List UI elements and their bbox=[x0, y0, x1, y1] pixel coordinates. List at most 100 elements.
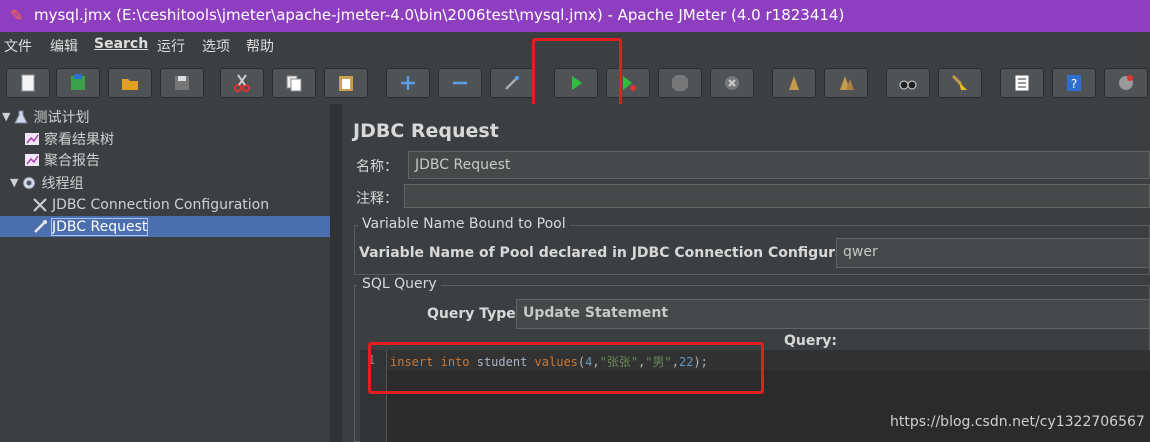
code-token: into bbox=[440, 355, 470, 369]
pool-group-title: Variable Name Bound to Pool bbox=[358, 216, 570, 232]
copy-button[interactable] bbox=[272, 68, 316, 98]
split-pane-divider[interactable] bbox=[330, 104, 342, 442]
tree-label: 聚合报告 bbox=[44, 152, 100, 169]
menu-options[interactable]: 选项 bbox=[202, 36, 230, 56]
function-helper-button[interactable] bbox=[1000, 68, 1044, 98]
binoculars-icon bbox=[899, 80, 917, 90]
clear-button[interactable] bbox=[772, 68, 816, 98]
menu-edit[interactable]: 编辑 bbox=[50, 36, 78, 56]
tree-label: JDBC Connection Configuration bbox=[52, 196, 270, 213]
expand-arrow-icon[interactable]: ▼ bbox=[10, 176, 18, 189]
query-type-select[interactable]: Update Statement bbox=[516, 299, 1150, 329]
menu-search[interactable]: Search bbox=[94, 36, 148, 52]
tree-node-aggregate-report[interactable]: 聚合报告 bbox=[24, 149, 100, 170]
save-icon bbox=[175, 76, 189, 90]
play-no-timers-icon bbox=[623, 76, 636, 91]
listener-graph-icon bbox=[25, 132, 39, 145]
line-number: 1 bbox=[368, 353, 376, 367]
code-token: "男" bbox=[645, 355, 672, 369]
code-token: , bbox=[592, 355, 600, 369]
search-button[interactable] bbox=[886, 68, 930, 98]
remote-button[interactable] bbox=[1104, 68, 1148, 98]
panel-title: JDBC Request bbox=[353, 120, 499, 142]
code-token: student bbox=[476, 355, 528, 369]
open-folder-icon bbox=[122, 79, 138, 90]
name-field[interactable]: JDBC Request bbox=[408, 151, 1150, 179]
tree-node-jdbc-request[interactable]: JDBC Request bbox=[0, 216, 330, 237]
expand-arrow-icon[interactable]: ▼ bbox=[2, 110, 10, 123]
start-button[interactable] bbox=[554, 68, 598, 98]
svg-text:?: ? bbox=[1071, 77, 1077, 91]
copy-icon bbox=[286, 75, 302, 92]
stop-button[interactable] bbox=[658, 68, 702, 98]
cut-button[interactable] bbox=[220, 68, 264, 98]
code-token: insert bbox=[390, 355, 434, 369]
broom-icon bbox=[951, 74, 967, 90]
new-button[interactable] bbox=[6, 68, 50, 98]
clear-all-button[interactable] bbox=[824, 68, 868, 98]
toolbar: ? bbox=[0, 62, 1150, 104]
sql-code-line[interactable]: insert into student values(4,"张张","男",22… bbox=[390, 353, 708, 370]
code-token: values bbox=[534, 355, 578, 369]
collapse-all-button[interactable] bbox=[438, 68, 482, 98]
code-token: , bbox=[671, 355, 679, 369]
minus-icon bbox=[453, 81, 467, 85]
comment-label: 注释： bbox=[356, 191, 398, 207]
sql-query-group-title: SQL Query bbox=[358, 276, 441, 292]
remote-icon bbox=[1119, 75, 1133, 90]
new-file-icon bbox=[21, 74, 35, 92]
wrench-screwdriver-icon bbox=[33, 197, 47, 212]
menu-bar: 文件 编辑 Search 运行 选项 帮助 bbox=[0, 32, 1150, 58]
tree-node-thread-group[interactable]: ▼ 线程组 bbox=[10, 172, 83, 193]
name-label: 名称： bbox=[356, 159, 398, 175]
paste-icon bbox=[339, 76, 353, 91]
reset-search-button[interactable] bbox=[938, 68, 982, 98]
query-label: Query: bbox=[784, 333, 837, 349]
save-button[interactable] bbox=[160, 68, 204, 98]
open-button[interactable] bbox=[108, 68, 152, 98]
shutdown-button[interactable] bbox=[710, 68, 754, 98]
expand-all-button[interactable] bbox=[386, 68, 430, 98]
plus-icon bbox=[401, 76, 415, 90]
toggle-button[interactable] bbox=[490, 68, 534, 98]
wand-icon bbox=[505, 76, 519, 90]
jmeter-feather-icon: ✎ bbox=[10, 6, 24, 25]
templates-button[interactable] bbox=[56, 68, 100, 98]
play-icon bbox=[572, 76, 582, 90]
tree-label: 测试计划 bbox=[33, 109, 90, 126]
tree-node-test-plan[interactable]: ▼ 测试计划 bbox=[2, 106, 89, 127]
stop-icon bbox=[672, 75, 688, 91]
tree-node-jdbc-connection-config[interactable]: JDBC Connection Configuration bbox=[32, 194, 269, 215]
watermark: https://blog.csdn.net/cy1322706567 bbox=[890, 414, 1145, 430]
code-token: 22 bbox=[678, 355, 694, 369]
templates-icon bbox=[71, 74, 85, 90]
window-title: mysql.jmx (E:\ceshitools\jmeter\apache-j… bbox=[34, 6, 845, 24]
start-no-pauses-button[interactable] bbox=[606, 68, 650, 98]
paste-button[interactable] bbox=[324, 68, 368, 98]
tree-node-view-results-tree[interactable]: 察看结果树 bbox=[24, 128, 114, 149]
help-button[interactable]: ? bbox=[1052, 68, 1096, 98]
title-bar: ✎ mysql.jmx (E:\ceshitools\jmeter\apache… bbox=[0, 0, 1150, 32]
tree-label: JDBC Request bbox=[50, 217, 149, 236]
tree-label: 察看结果树 bbox=[44, 131, 114, 148]
query-type-label: Query Type: bbox=[427, 306, 522, 322]
scissors-icon bbox=[234, 74, 250, 92]
pool-name-label: Variable Name of Pool declared in JDBC C… bbox=[359, 245, 882, 261]
pool-name-field[interactable]: qwer bbox=[836, 238, 1150, 268]
menu-help[interactable]: 帮助 bbox=[246, 36, 274, 56]
code-token: ); bbox=[693, 355, 708, 369]
gear-icon bbox=[22, 176, 36, 189]
broom-clear-icon bbox=[789, 76, 799, 90]
menu-file[interactable]: 文件 bbox=[4, 36, 32, 56]
shutdown-icon bbox=[725, 76, 739, 90]
broom-clear-all-icon bbox=[840, 76, 854, 90]
flask-icon bbox=[14, 110, 29, 123]
listener-graph-icon bbox=[25, 153, 39, 166]
sampler-pipette-icon bbox=[34, 219, 47, 233]
comment-field[interactable] bbox=[404, 184, 1150, 208]
help-icon: ? bbox=[1067, 75, 1081, 91]
test-plan-tree: ▼ 测试计划 察看结果树 聚合报告 ▼ 线程组 JDBC Connection … bbox=[0, 104, 330, 442]
menu-run[interactable]: 运行 bbox=[157, 36, 185, 56]
list-icon bbox=[1014, 74, 1030, 92]
tree-label: 线程组 bbox=[41, 175, 84, 192]
